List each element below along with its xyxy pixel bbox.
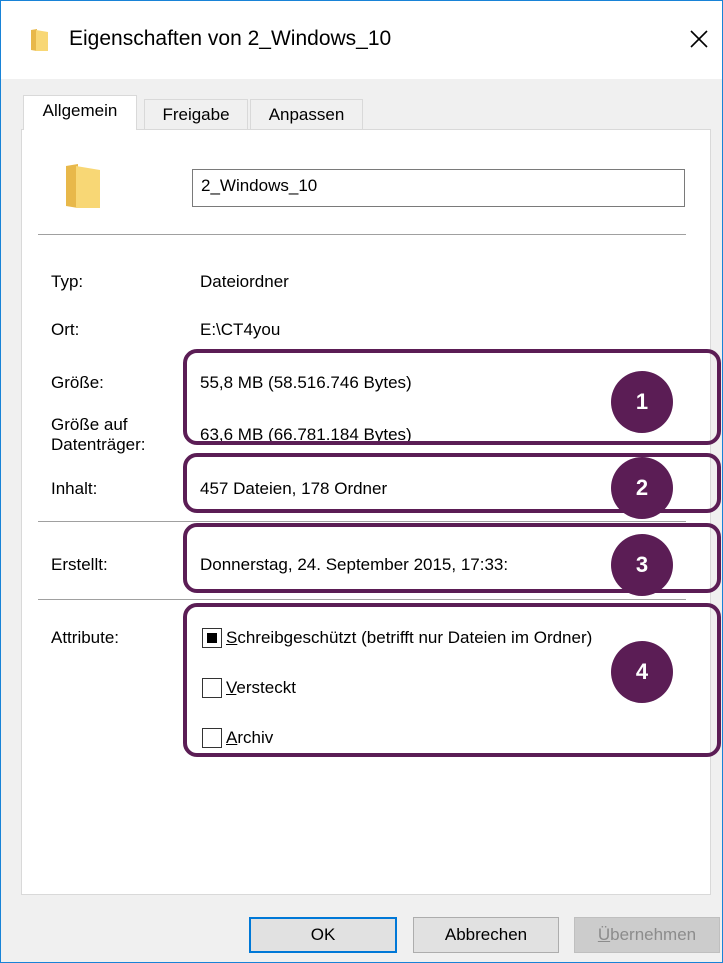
type-value: Dateiordner <box>200 272 289 291</box>
ok-button[interactable]: OK <box>249 917 397 953</box>
close-button[interactable] <box>677 15 721 63</box>
separator <box>38 234 686 235</box>
tab-label: Anpassen <box>268 105 345 124</box>
tab-freigabe[interactable]: Freigabe <box>144 99 248 131</box>
separator <box>38 521 686 522</box>
type-label: Typ: <box>51 272 84 291</box>
folder-name-input[interactable]: 2_Windows_10 <box>192 169 685 207</box>
size-on-disk-label-line2: Datenträger: <box>51 435 146 454</box>
tab-label: Freigabe <box>162 105 230 124</box>
created-label: Erstellt: <box>51 555 108 574</box>
title-bar[interactable]: Eigenschaften von 2_Windows_10 <box>1 1 722 79</box>
apply-button[interactable]: Übernehmen <box>574 917 720 953</box>
annotation-badge-1: 1 <box>611 371 673 433</box>
location-label: Ort: <box>51 320 80 339</box>
annotation-badge-2: 2 <box>611 457 673 519</box>
tab-label: Allgemein <box>42 101 118 120</box>
annotation-badge-4: 4 <box>611 641 673 703</box>
size-label: Größe: <box>51 373 104 392</box>
location-value: E:\CT4you <box>200 320 281 339</box>
properties-window: Eigenschaften von 2_Windows_10 Allgemein… <box>0 0 723 963</box>
cancel-button[interactable]: Abbrechen <box>413 917 559 953</box>
folder-icon <box>31 29 48 51</box>
size-on-disk-label-line1: Größe auf <box>51 415 128 434</box>
dialog-client-area: Allgemein Freigabe Anpassen 2_Windows_10… <box>1 79 722 962</box>
contents-label: Inhalt: <box>51 479 98 498</box>
folder-icon <box>66 164 100 208</box>
window-title: Eigenschaften von 2_Windows_10 <box>69 27 392 50</box>
annotation-badge-3: 3 <box>611 534 673 596</box>
attributes-label: Attribute: <box>51 628 120 647</box>
separator <box>38 599 686 600</box>
close-icon <box>690 30 708 48</box>
tab-anpassen[interactable]: Anpassen <box>250 99 363 131</box>
tab-allgemein[interactable]: Allgemein <box>23 95 137 130</box>
